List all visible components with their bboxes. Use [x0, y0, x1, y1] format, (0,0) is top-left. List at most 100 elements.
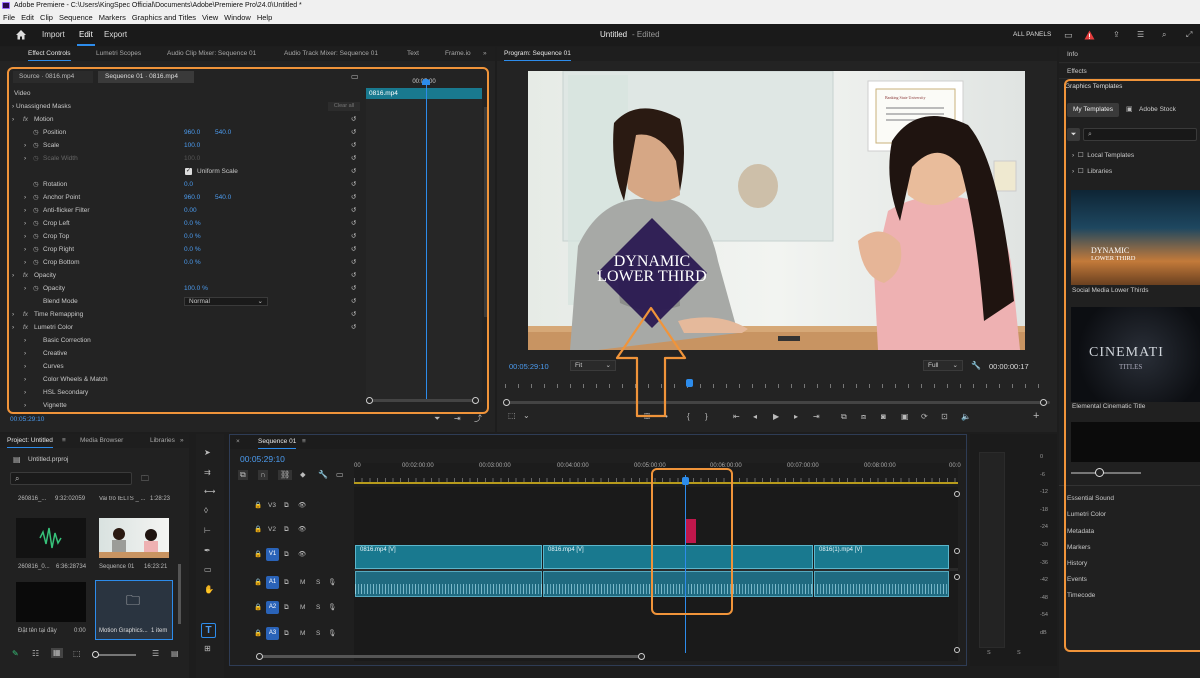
- wrench-icon[interactable]: 🔧: [318, 470, 328, 480]
- type-tool-icon[interactable]: T: [201, 623, 216, 638]
- program-playhead[interactable]: [686, 379, 694, 387]
- track-label-a1[interactable]: A1: [266, 576, 279, 589]
- menu-graphics[interactable]: Graphics and Titles: [129, 11, 199, 24]
- mute-a3[interactable]: M: [300, 627, 305, 640]
- selection-tool-icon[interactable]: ➤: [204, 448, 211, 458]
- tab-frameio[interactable]: Frame.io: [445, 47, 471, 61]
- sync-v1-icon[interactable]: ⧉: [284, 548, 289, 561]
- vr-icon[interactable]: ⊡: [941, 412, 948, 422]
- audio-clip-thumb[interactable]: [16, 518, 86, 558]
- sync-a3-icon[interactable]: ⧉: [284, 627, 289, 640]
- tab-project[interactable]: Project: Untitled: [7, 434, 53, 448]
- solo-right[interactable]: S: [1017, 650, 1021, 656]
- menu-help[interactable]: Help: [254, 11, 275, 24]
- camera-icon[interactable]: ◙: [881, 412, 886, 422]
- sequence-thumb[interactable]: [99, 518, 169, 558]
- menu-sequence[interactable]: Sequence: [56, 11, 96, 24]
- mute-a1[interactable]: M: [300, 576, 305, 589]
- menu-window[interactable]: Window: [221, 11, 254, 24]
- info-tab[interactable]: Info: [1059, 47, 1200, 63]
- timeline-timecode[interactable]: 00:05:29:10: [240, 453, 285, 465]
- linked-selection-icon[interactable]: ⛓: [278, 470, 293, 480]
- tab-audio-track-mixer[interactable]: Audio Track Mixer: Sequence 01: [284, 47, 378, 61]
- zoom-handle-right[interactable]: [1040, 399, 1047, 406]
- project-zoom-handle[interactable]: [92, 651, 99, 658]
- track-label-v1[interactable]: V1: [266, 548, 279, 561]
- play-icon[interactable]: ▶: [773, 412, 779, 422]
- tab-media-browser[interactable]: Media Browser: [80, 434, 123, 448]
- step-forward-icon[interactable]: ▸: [794, 412, 798, 422]
- search-icon[interactable]: ⌕: [1162, 30, 1166, 40]
- ripple-edit-icon[interactable]: ⟷: [204, 487, 215, 497]
- lock-v2-icon[interactable]: 🔒: [254, 523, 262, 536]
- track-label-v2[interactable]: V2: [268, 523, 276, 536]
- track-label-a3[interactable]: A3: [266, 627, 279, 640]
- mic-a1-icon[interactable]: 🎙: [328, 576, 336, 589]
- close-tab-icon[interactable]: ×: [236, 435, 240, 449]
- list-view-icon[interactable]: ☷: [32, 649, 39, 659]
- sync-v3-icon[interactable]: ⧉: [284, 499, 289, 512]
- menu-clip[interactable]: Clip: [37, 11, 56, 24]
- volume-icon[interactable]: 🔈: [961, 412, 971, 422]
- tab-text[interactable]: Text: [407, 47, 419, 61]
- workspace-import[interactable]: Import: [42, 24, 65, 46]
- captions-icon[interactable]: ▭: [336, 470, 344, 480]
- go-to-in-icon[interactable]: ⇤: [733, 412, 740, 422]
- v-scroll-v1-handle[interactable]: [954, 548, 960, 554]
- lock-a1-icon[interactable]: 🔒: [254, 576, 262, 589]
- mic-a2-icon[interactable]: 🎙: [328, 601, 336, 614]
- tab-program[interactable]: Program: Sequence 01: [504, 47, 571, 61]
- go-to-out-icon[interactable]: ⇥: [813, 412, 820, 422]
- mute-a2[interactable]: M: [300, 601, 305, 614]
- track-select-icon[interactable]: ⇉: [204, 468, 211, 478]
- add-button-icon[interactable]: +: [1033, 411, 1039, 422]
- solo-a1[interactable]: S: [316, 576, 320, 589]
- new-bin-icon[interactable]: 🗀: [141, 474, 149, 484]
- track-label-a2[interactable]: A2: [266, 601, 279, 614]
- slip-tool-icon[interactable]: ⊢: [204, 526, 211, 536]
- project-search-input[interactable]: ⌕: [10, 472, 132, 485]
- tab-lumetri-scopes[interactable]: Lumetri Scopes: [96, 47, 141, 61]
- pen-tool-icon[interactable]: ✒: [204, 546, 211, 556]
- project-zoom-slider[interactable]: [94, 654, 136, 656]
- wrench-icon[interactable]: 🔧: [971, 361, 981, 371]
- tab-libraries[interactable]: Libraries: [150, 434, 175, 448]
- snap-icon[interactable]: ∩: [258, 470, 268, 480]
- ripple-icon[interactable]: ⤴: [474, 414, 482, 424]
- bin-icon[interactable]: ▤: [171, 649, 179, 659]
- hand-tool-icon[interactable]: ✋: [204, 585, 214, 595]
- step-back-icon[interactable]: ◂: [753, 412, 757, 422]
- export-icon[interactable]: ⇥: [454, 414, 461, 424]
- v-scroll-top-handle[interactable]: [954, 491, 960, 497]
- chevron-down-icon[interactable]: ⌄: [523, 411, 530, 421]
- mic-a3-icon[interactable]: 🎙: [328, 627, 336, 640]
- video-frame[interactable]: Banking State University DYNAMIC LOWER T…: [528, 71, 1025, 350]
- razor-tool-icon[interactable]: ◊: [204, 506, 208, 516]
- eye-v1-icon[interactable]: 👁: [298, 548, 306, 561]
- nest-icon[interactable]: ⧉: [238, 470, 248, 480]
- effects-tab[interactable]: Effects: [1059, 64, 1200, 79]
- menu-file[interactable]: File: [0, 11, 18, 24]
- share-icon[interactable]: ⇪: [1113, 30, 1120, 40]
- solo-left[interactable]: S: [987, 650, 991, 656]
- effect-timecode[interactable]: 00:05:29:10: [10, 413, 44, 426]
- tab-sequence[interactable]: Sequence 01: [258, 435, 297, 449]
- quality-dropdown[interactable]: Full ⌄: [923, 360, 963, 371]
- sync-a1-icon[interactable]: ⧉: [284, 576, 289, 589]
- filter-icon[interactable]: ⏷: [434, 414, 440, 424]
- eye-v2-icon[interactable]: 👁: [298, 523, 306, 536]
- program-zoom-bar[interactable]: [505, 401, 1050, 404]
- workspace-edit[interactable]: Edit: [77, 24, 95, 46]
- menu-view[interactable]: View: [199, 11, 221, 24]
- tab-menu-icon[interactable]: ≡: [302, 435, 306, 449]
- menu-markers[interactable]: Markers: [96, 11, 129, 24]
- tab-audio-clip-mixer[interactable]: Audio Clip Mixer: Sequence 01: [167, 47, 256, 61]
- icon-view-icon[interactable]: ▦: [51, 648, 63, 658]
- menu-edit[interactable]: Edit: [18, 11, 37, 24]
- program-timecode[interactable]: 00:05:29:10: [509, 360, 549, 373]
- lock-v1-icon[interactable]: 🔒: [254, 548, 262, 561]
- loop-icon[interactable]: ⟳: [921, 412, 928, 422]
- more-tabs-icon[interactable]: »: [180, 434, 184, 448]
- timeline-zoom-bar[interactable]: [258, 655, 644, 658]
- v-scroll-a1-handle[interactable]: [954, 574, 960, 580]
